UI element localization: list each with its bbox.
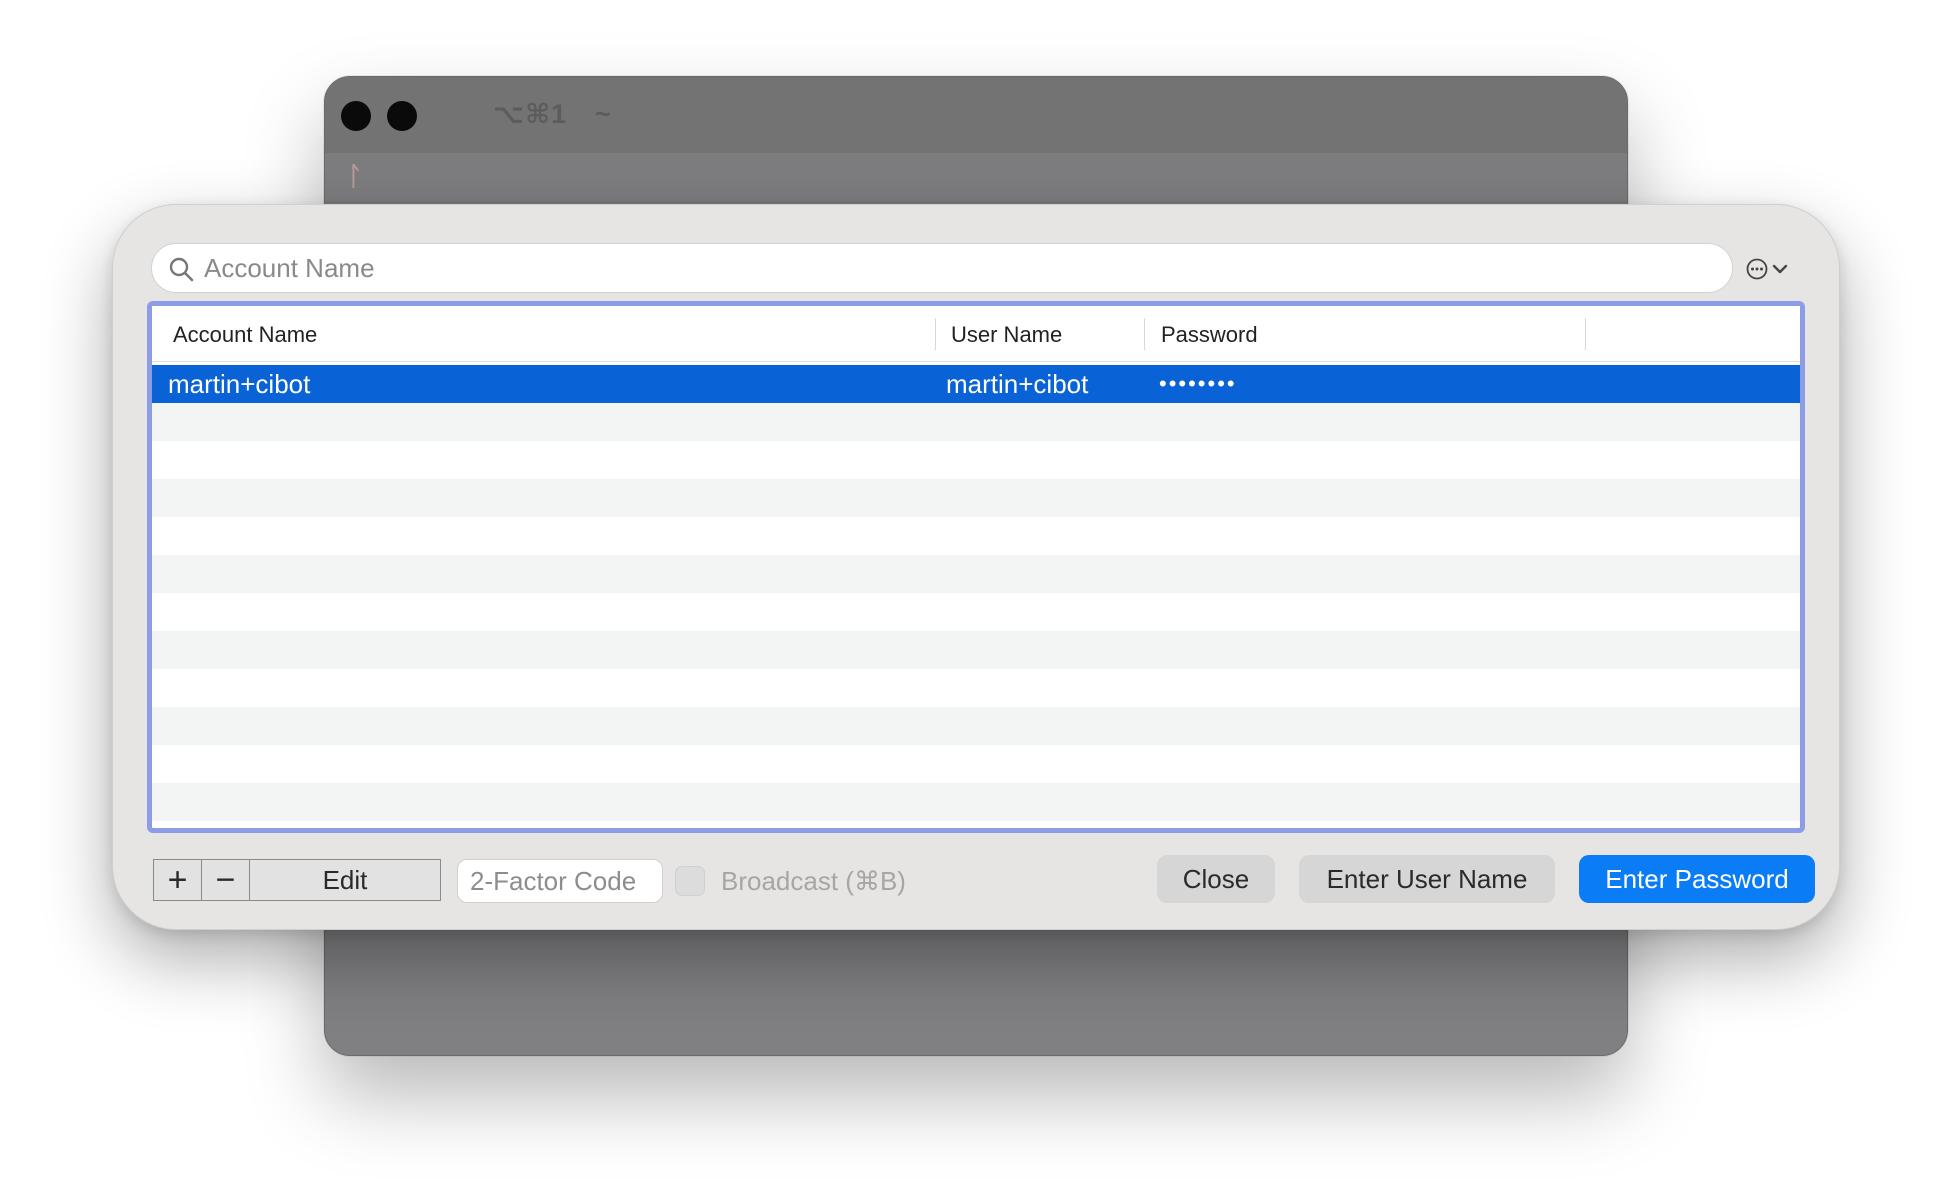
empty-row [152,403,1800,441]
account-name-cell: martin+cibot [168,369,311,399]
table-body: martin+cibot martin+cibot •••••••• [152,365,1800,821]
empty-row [152,479,1800,517]
enter-user-name-button[interactable]: Enter User Name [1299,855,1555,903]
chevron-down-icon [1772,264,1788,274]
empty-row [152,441,1800,479]
empty-row [152,593,1800,631]
edit-account-button[interactable]: Edit [250,860,440,900]
git-branch-icon: ᛚ [347,161,363,191]
search-input[interactable] [202,244,1702,292]
remove-account-button[interactable]: − [202,860,250,900]
empty-row [152,555,1800,593]
account-edit-segmented-control: + − Edit [153,859,441,901]
password-manager-sheet: Account Name User Name Password martin+c… [112,204,1840,930]
column-header-account-name[interactable]: Account Name [173,306,317,362]
ellipsis-circle-icon [1746,258,1768,280]
add-account-button[interactable]: + [154,860,202,900]
table-header: Account Name User Name Password [152,306,1800,362]
column-divider[interactable] [1585,318,1586,350]
two-factor-code-input[interactable] [457,859,663,903]
user-name-cell: martin+cibot [946,369,1089,399]
broadcast-label: Broadcast (⌘B) [721,865,906,896]
password-cell: •••••••• [1159,371,1237,396]
window-shortcut-label: ⌥⌘1 [493,99,568,129]
column-header-password[interactable]: Password [1161,306,1258,362]
column-header-user-name[interactable]: User Name [951,306,1062,362]
accounts-table: Account Name User Name Password martin+c… [147,301,1805,833]
empty-row [152,783,1800,821]
search-field[interactable] [151,243,1733,293]
broadcast-option[interactable]: Broadcast (⌘B) [675,861,906,901]
search-icon [169,257,194,282]
close-window-button[interactable] [341,101,371,131]
column-divider[interactable] [1144,318,1145,350]
empty-row [152,745,1800,783]
empty-row [152,707,1800,745]
column-divider[interactable] [935,318,936,350]
minimize-window-button[interactable] [387,101,417,131]
empty-row [152,517,1800,555]
options-menu-button[interactable] [1745,255,1793,283]
table-row[interactable]: martin+cibot martin+cibot •••••••• [152,365,1800,403]
broadcast-checkbox[interactable] [675,866,705,896]
close-button[interactable]: Close [1157,855,1275,903]
terminal-status-bar: ᛚ [325,153,1627,203]
enter-password-button[interactable]: Enter Password [1579,855,1815,903]
terminal-titlebar: ⌥⌘1 ~ [325,77,1627,153]
empty-row [152,631,1800,669]
window-path-label: ~ [595,99,612,129]
empty-row [152,669,1800,707]
